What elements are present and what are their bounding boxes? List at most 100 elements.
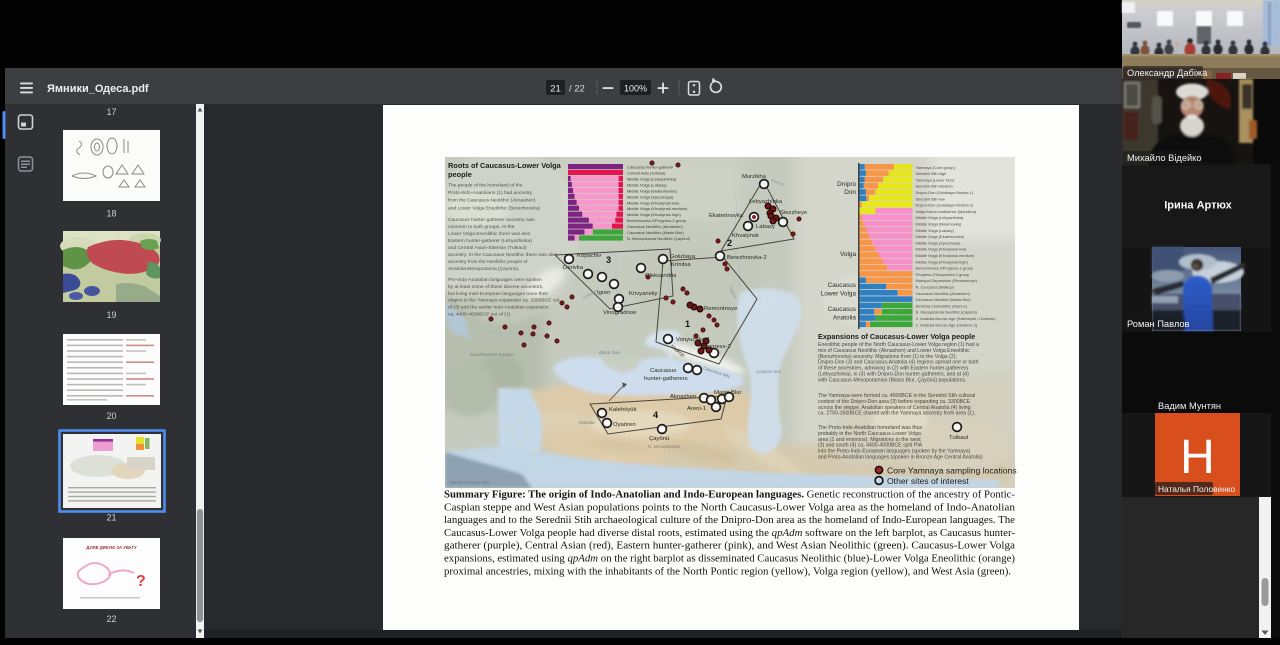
svg-text:Oyaören: Oyaören	[613, 422, 636, 428]
svg-text:Anatolia: Anatolia	[577, 420, 595, 425]
svg-text:3: 3	[606, 255, 611, 265]
svg-text:Volga-Kama confluence (Murzikh: Volga-Kama confluence (Murzikha)	[916, 209, 977, 214]
svg-text:Armenia Chalcolithic (Areni-1): Armenia Chalcolithic (Areni-1)	[916, 303, 968, 308]
svg-text:1: 1	[685, 319, 690, 329]
svg-text:Areni-1: Areni-1	[687, 406, 706, 412]
svg-text:expansions, estimated using qp: expansions, estimated using qpAdm on the…	[444, 554, 1015, 565]
svg-text:Caucasus: Caucasus	[828, 282, 856, 289]
svg-text:origins to the Yamnaya expansi: origins to the Yamnaya expansion ca. 330…	[448, 298, 560, 304]
svg-text:Mediterranean Sea: Mediterranean Sea	[450, 480, 490, 485]
svg-text:21: 21	[106, 513, 116, 523]
svg-text:Yamnaya (Lower Don): Yamnaya (Lower Don)	[916, 177, 955, 182]
svg-text:with Caucasus-Mesopotamian (Ma: with Caucasus-Mesopotamian (Masis Blur, …	[818, 377, 967, 383]
svg-text:Aknashen: Aknashen	[670, 394, 696, 400]
svg-text:Proto-Indo-Anatolians (1) had: Proto-Indo-Anatolians (1) had ancestry	[448, 190, 533, 196]
svg-text:Caucasus hunter-gatherer ances: Caucasus hunter-gatherer ancestry was	[448, 217, 535, 223]
svg-text:Progress-2/Vonyuchka-1 group: Progress-2/Vonyuchka-1 group	[916, 272, 970, 277]
svg-text:Middle Volga (Syezzheye): Middle Volga (Syezzheye)	[916, 240, 962, 245]
svg-text:Caucasus: Caucasus	[650, 368, 676, 374]
svg-text:4: 4	[653, 410, 659, 420]
svg-text:18: 18	[106, 209, 116, 219]
svg-text:Serednii Stih-medium: Serednii Stih-medium	[916, 184, 953, 189]
svg-text:Middle Volga (Labazy): Middle Volga (Labazy)	[627, 182, 667, 187]
svg-text:Çayönü: Çayönü	[649, 436, 669, 442]
svg-text:Михайло Відейко: Михайло Відейко	[1127, 153, 1202, 163]
svg-text:Middle Volga (Khvalynsk-low): Middle Volga (Khvalynsk-low)	[627, 200, 680, 205]
svg-text:Progress-2: Progress-2	[702, 344, 731, 350]
svg-text:Siezzheye: Siezzheye	[780, 210, 808, 216]
svg-text:Golubaya: Golubaya	[670, 254, 696, 260]
svg-text:Middle Volga (Khvalynsk-high): Middle Volga (Khvalynsk-high)	[627, 212, 681, 217]
svg-text:N. Mesopotamia: N. Mesopotamia	[648, 444, 681, 449]
svg-text:Caucasus Neolithic (Aknashen): Caucasus Neolithic (Aknashen)	[916, 291, 971, 296]
svg-text:Middle Volga (Ekaterinovka): Middle Volga (Ekaterinovka)	[916, 234, 965, 239]
svg-text:Caucasus: Caucasus	[828, 306, 856, 313]
svg-text:Middle Volga (Khvalynsk-medium: Middle Volga (Khvalynsk-medium)	[916, 253, 976, 258]
svg-text:Serednii Stih-low: Serednii Stih-low	[916, 196, 945, 201]
svg-text:Вадим Мунтян: Вадим Мунтян	[1158, 401, 1221, 411]
svg-text:Олександр Дабіжа: Олександр Дабіжа	[1127, 68, 1208, 78]
svg-text:Caucasus Neolithic (Aknashen): Caucasus Neolithic (Aknashen)	[627, 224, 683, 229]
svg-text:Berezhnovka-2/Progress-2 group: Berezhnovka-2/Progress-2 group	[627, 218, 687, 223]
svg-text:Middle Volga (Syezzhaya): Middle Volga (Syezzhaya)	[627, 194, 674, 199]
svg-text:but living Indo-European langu: but living Indo-European languages trace…	[448, 291, 548, 297]
svg-text:Kopachiv: Kopachiv	[577, 253, 601, 259]
svg-text:Don: Don	[844, 189, 856, 196]
svg-text:N. Mesopotamia Neolithic (Çayö: N. Mesopotamia Neolithic (Çayönü)	[916, 310, 978, 315]
svg-text:21: 21	[550, 84, 561, 95]
svg-text:Anatolia-Mesopotamia (Çayönü).: Anatolia-Mesopotamia (Çayönü).	[448, 266, 520, 272]
svg-text:Berezhnovka-2: Berezhnovka-2	[727, 255, 767, 261]
svg-text:Middle Volga (Lebyazhinka): Middle Volga (Lebyazhinka)	[627, 177, 677, 182]
svg-text:of (3) and the earlier Indo-An: of (3) and the earlier Indo-Anatolian ex…	[448, 305, 549, 311]
svg-text:Remontnoye: Remontnoye	[704, 306, 738, 312]
svg-text:Caspian Sea: Caspian Sea	[756, 369, 782, 374]
svg-text:Middle Volga (Ekaterinovka): Middle Volga (Ekaterinovka)	[627, 188, 677, 193]
svg-text:Derivka: Derivka	[563, 265, 584, 271]
svg-text:Murzikha: Murzikha	[742, 174, 767, 180]
svg-text:19: 19	[106, 310, 116, 320]
svg-text:C. Anatolia Bronze Age (Ovaöre: C. Anatolia Bronze Age (Ovaören 2)	[916, 322, 979, 327]
svg-text:Vinogradnoe: Vinogradnoe	[603, 310, 637, 316]
svg-text:Igren: Igren	[597, 290, 610, 296]
svg-text:hunter-gatherers: hunter-gatherers	[644, 376, 688, 382]
svg-text:Volga: Volga	[840, 251, 856, 258]
svg-text:Caucasus hunter-gatherer: Caucasus hunter-gatherer	[627, 165, 674, 170]
svg-text:Наталья Половенко: Наталья Половенко	[1158, 484, 1236, 494]
svg-text:100%: 100%	[624, 84, 647, 94]
svg-text:17: 17	[106, 107, 116, 117]
svg-text:Core Yamnaya sampling location: Core Yamnaya sampling locations	[887, 466, 1017, 476]
svg-text:and Proto-Anatolian languages: and Proto-Anatolian languages (spoken in…	[818, 455, 983, 461]
svg-text:Tutkaul: Tutkaul	[949, 435, 968, 441]
svg-text:ancestry from the Neolithic pe: ancestry from the Neolithic people of	[448, 259, 528, 265]
svg-text:Middle Volga (Khvalynsk-medium: Middle Volga (Khvalynsk-medium)	[627, 206, 688, 211]
svg-text:Pre-Indo-Anatolian languages w: Pre-Indo-Anatolian languages were spoken	[448, 277, 542, 283]
svg-text:Berezhnovka-2/Progress-2 group: Berezhnovka-2/Progress-2 group	[916, 266, 973, 271]
svg-text:Eastern hunter-gatherer (Lebya: Eastern hunter-gatherer (Lebyazhinka)	[448, 238, 532, 244]
svg-text:Lower Volga: Lower Volga	[821, 291, 857, 298]
svg-text:Ekaterinovka: Ekaterinovka	[709, 213, 744, 219]
svg-text:Kalehöyük: Kalehöyük	[609, 407, 637, 413]
svg-text:Caucasus Neolithic (Masis Blur: Caucasus Neolithic (Masis Blur)	[627, 230, 684, 235]
svg-text:20: 20	[106, 411, 116, 421]
svg-text:Lower Volga Eneolithic there w: Lower Volga Eneolithic there was also	[448, 231, 531, 237]
svg-text:C. Anatolia Bronze Age (Kalehö: C. Anatolia Bronze Age (Kalehöyük / Ovaö…	[916, 316, 997, 321]
svg-text:Labazy: Labazy	[756, 224, 775, 230]
svg-text:Oleksandria: Oleksandria	[645, 273, 677, 279]
svg-text:ca. 4400-4000BCE out of (1): ca. 4400-4000BCE out of (1)	[448, 312, 511, 318]
svg-text:Black Sea: Black Sea	[599, 350, 620, 355]
svg-text:Krinitsa: Krinitsa	[671, 262, 691, 268]
svg-text:Masis Blur: Masis Blur	[714, 390, 742, 396]
svg-text:ca. 2750-1500BCE shared with t: ca. 2750-1500BCE shared with the Yamnaya…	[818, 411, 975, 417]
svg-text:by at least some of these dive: by at least some of these diverse ancest…	[448, 284, 543, 290]
svg-text:Other sites of interest: Other sites of interest	[887, 476, 969, 486]
svg-text:Southeastern Europe: Southeastern Europe	[470, 352, 514, 357]
svg-text:Dnipro-Don (Golubaya Krinitsa: Dnipro-Don (Golubaya Krinitsa 1)	[916, 190, 974, 195]
svg-text:H: H	[1180, 431, 1215, 484]
svg-text:N. Caucasus (Maikop): N. Caucasus (Maikop)	[916, 285, 955, 290]
svg-text:Middle Volga (Khvalynsk-high): Middle Volga (Khvalynsk-high)	[916, 259, 969, 264]
svg-text:Summary Figure: The origin of: Summary Figure: The origin of Indo-Anato…	[444, 490, 1015, 501]
svg-text:Dnipro-Don (Golubaya Krinitsa: Dnipro-Don (Golubaya Krinitsa 2)	[916, 203, 974, 208]
svg-text:common to both groups. In the: common to both groups. In the	[448, 224, 515, 230]
svg-text:Anatolia: Anatolia	[833, 315, 857, 322]
svg-text:Ямники_Одеса.pdf: Ямники_Одеса.pdf	[47, 83, 149, 95]
